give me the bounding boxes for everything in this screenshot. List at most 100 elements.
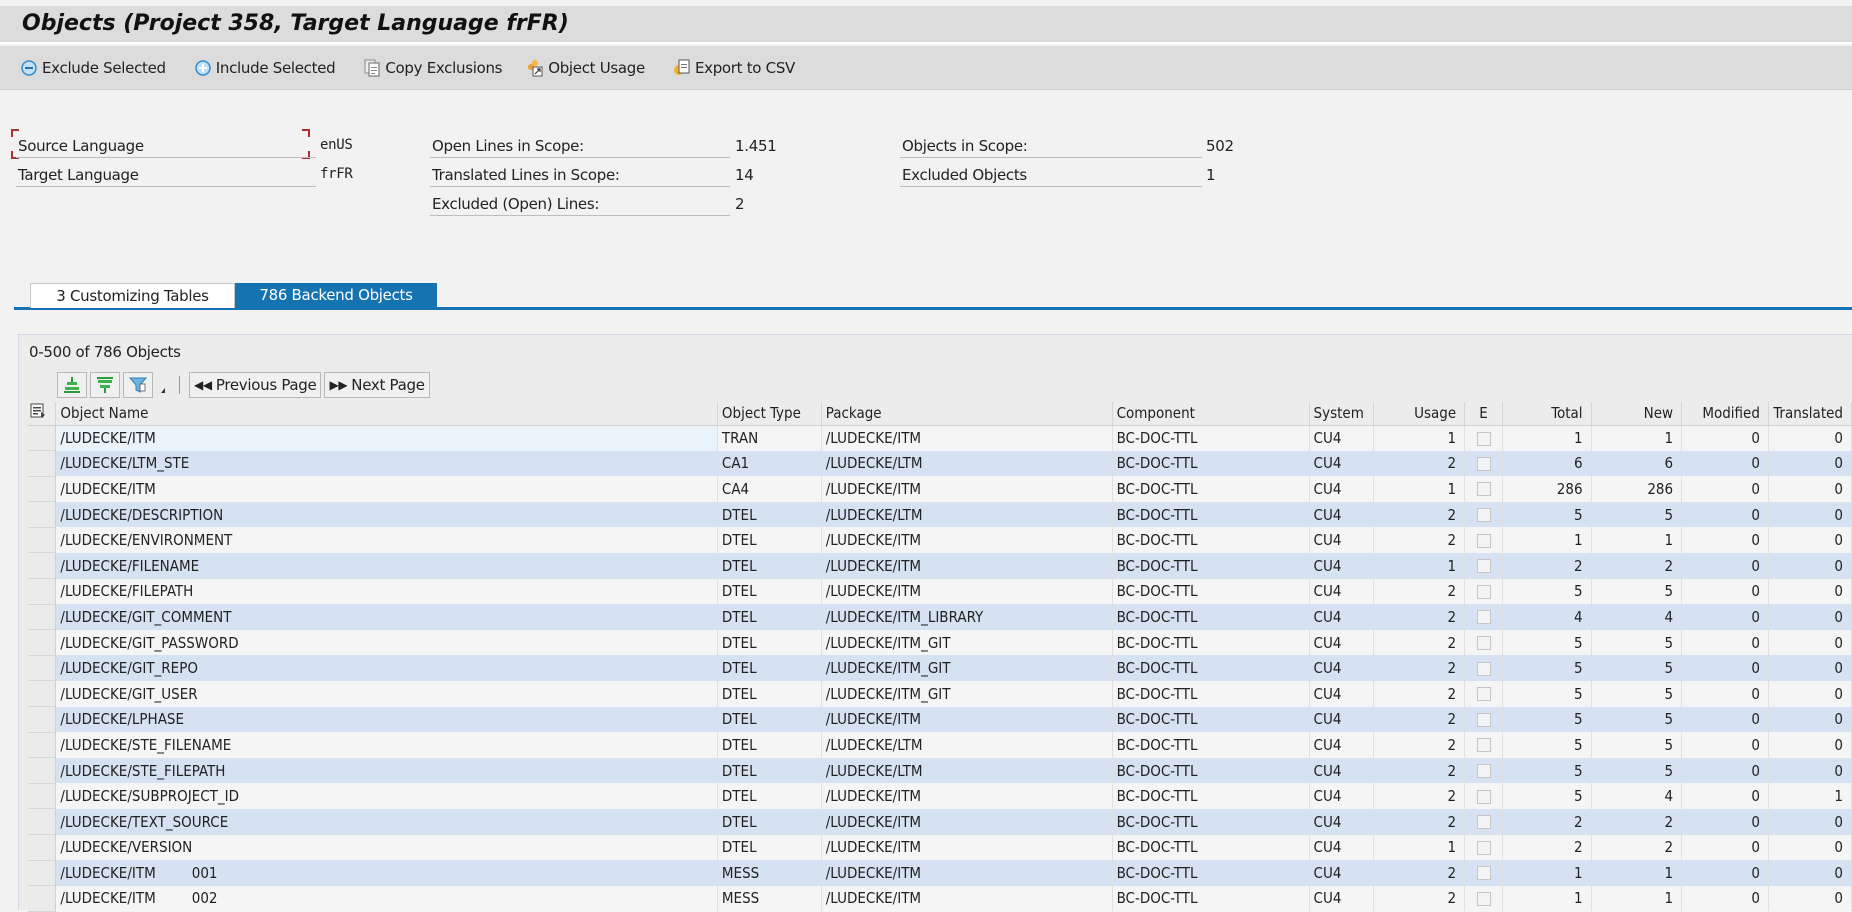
row-selector[interactable]	[28, 655, 57, 682]
row-selector[interactable]	[28, 552, 57, 580]
copy-exclusions-button[interactable]: Copy Exclusions	[363, 59, 502, 77]
column-header-translated[interactable]: Translated	[1768, 402, 1852, 426]
column-header-excluded[interactable]: E	[1464, 402, 1503, 426]
row-selector[interactable]	[28, 578, 57, 605]
cell-object-name: /LUDECKE/GIT_PASSWORD	[55, 629, 718, 656]
exclude-checkbox[interactable]	[1476, 789, 1491, 804]
cell-object-name: /LUDECKE/STE_FILEPATH	[55, 757, 718, 784]
table-row[interactable]: /LUDECKE/GIT_USER DTEL/LUDECKE/ITM_GIT BC-…	[28, 680, 1852, 708]
cell-modified-text: 0	[1751, 684, 1760, 703]
column-header-modified[interactable]: Modified	[1681, 402, 1769, 426]
cell-object-type-text: CA1	[721, 454, 750, 473]
cell-object-name-text: /LUDECKE/GIT_USER	[60, 684, 198, 703]
row-selector[interactable]	[28, 501, 57, 528]
table-row[interactable]: /LUDECKE/DESCRIPTION DTEL/LUDECKE/LTM BC-D…	[28, 501, 1852, 528]
exclude-checkbox[interactable]	[1476, 687, 1491, 702]
include-selected-button[interactable]: Include Selected	[194, 59, 336, 77]
row-selector[interactable]	[28, 527, 57, 554]
table-row[interactable]: /LUDECKE/TEXT_SOURCE DTEL/LUDECKE/ITM BC-D…	[28, 808, 1852, 835]
exclude-checkbox[interactable]	[1476, 636, 1491, 651]
exclude-checkbox[interactable]	[1476, 840, 1491, 855]
column-header-component[interactable]: Component	[1112, 402, 1310, 426]
cell-system-text: CU4	[1313, 812, 1342, 831]
table-row[interactable]: /LUDECKE/VERSION DTEL/LUDECKE/ITM BC-DOC-T…	[28, 834, 1852, 861]
column-header-new[interactable]: New	[1591, 402, 1683, 426]
filter-button[interactable]	[123, 372, 153, 398]
row-selector[interactable]	[28, 680, 57, 708]
row-selector[interactable]	[28, 783, 57, 810]
row-selector[interactable]	[28, 604, 57, 631]
column-header-system[interactable]: System	[1309, 402, 1375, 426]
column-header-usage[interactable]: Usage	[1373, 402, 1466, 426]
column-settings-button[interactable]	[28, 402, 57, 426]
exclude-checkbox[interactable]	[1476, 482, 1491, 497]
row-selector[interactable]	[28, 732, 57, 759]
exclude-selected-button[interactable]: Exclude Selected	[20, 59, 166, 77]
cell-total-text: 1	[1573, 429, 1583, 448]
exclude-checkbox[interactable]	[1476, 661, 1491, 676]
table-row[interactable]: /LUDECKE/LTM_STE CA1/LUDECKE/LTM BC-DOC-TT…	[28, 450, 1852, 477]
tab-strip: 3 Customizing Tables 786 Backend Objects	[14, 283, 1852, 310]
row-selector[interactable]	[28, 476, 57, 503]
row-selector[interactable]	[28, 706, 57, 733]
next-page-button[interactable]: ▶▶ Next Page	[324, 372, 430, 398]
table-row[interactable]: /LUDECKE/ITM TRAN/LUDECKE/ITM BC-DOC-TTL CU…	[28, 425, 1852, 452]
exclude-checkbox[interactable]	[1476, 764, 1491, 779]
cell-new: 4	[1591, 604, 1683, 630]
table-row[interactable]: /LUDECKE/STE_FILENAME DTEL/LUDECKE/LTM BC-…	[28, 732, 1852, 759]
column-header-object-type[interactable]: Object Type	[717, 402, 822, 426]
tab-backend-objects[interactable]: 786 Backend Objects	[235, 283, 437, 308]
table-row[interactable]: /LUDECKE/STE_FILEPATH DTEL/LUDECKE/LTM BC-…	[28, 757, 1852, 784]
table-row[interactable]: /LUDECKE/ITM 002 MESS/LUDECKE/ITM BC-DOC-TT…	[28, 885, 1852, 912]
table-row[interactable]: /LUDECKE/ITM CA4/LUDECKE/ITM BC-DOC-TTL CU4…	[28, 476, 1852, 503]
table-row[interactable]: /LUDECKE/LPHASE DTEL/LUDECKE/ITM BC-DOC-TT…	[28, 706, 1852, 733]
exclude-checkbox[interactable]	[1476, 866, 1491, 881]
row-selector[interactable]	[28, 425, 57, 452]
exclude-checkbox[interactable]	[1476, 815, 1491, 830]
cell-modified: 0	[1681, 783, 1769, 809]
cell-usage: 2	[1373, 783, 1466, 809]
cell-package-text: /LUDECKE/ITM	[825, 838, 922, 857]
exclude-checkbox[interactable]	[1476, 891, 1491, 906]
cell-package-text: /LUDECKE/ITM	[825, 863, 922, 882]
cell-usage-text: 2	[1447, 863, 1457, 882]
object-usage-button[interactable]: Object Usage	[526, 59, 645, 77]
table-row[interactable]: /LUDECKE/GIT_REPO DTEL/LUDECKE/ITM_GIT BC-…	[28, 655, 1852, 682]
table-row[interactable]: /LUDECKE/GIT_COMMENT DTEL/LUDECKE/ITM_LIB…	[28, 604, 1852, 631]
row-selector[interactable]	[28, 757, 57, 784]
sort-ascending-button[interactable]	[57, 372, 87, 398]
row-selector[interactable]	[28, 450, 57, 477]
exclude-checkbox[interactable]	[1476, 431, 1491, 446]
column-header-total[interactable]: Total	[1502, 402, 1592, 426]
row-selector[interactable]	[28, 808, 57, 835]
cell-translated-text: 0	[1834, 556, 1843, 575]
row-selector[interactable]	[28, 629, 57, 656]
tab-customizing-tables[interactable]: 3 Customizing Tables	[30, 283, 235, 308]
row-selector[interactable]	[28, 860, 57, 887]
exclude-checkbox[interactable]	[1476, 712, 1491, 727]
exclude-checkbox[interactable]	[1476, 456, 1491, 471]
exclude-checkbox[interactable]	[1476, 584, 1491, 599]
row-selector[interactable]	[28, 885, 57, 912]
previous-page-button[interactable]: ◀◀ Previous Page	[189, 372, 322, 398]
table-row[interactable]: /LUDECKE/ENVIRONMENT DTEL/LUDECKE/ITM BC-D…	[28, 527, 1852, 554]
exclude-checkbox[interactable]	[1476, 559, 1491, 574]
cell-new-text: 5	[1664, 505, 1674, 524]
exclude-checkbox[interactable]	[1476, 533, 1491, 548]
cell-modified-text: 0	[1751, 531, 1760, 550]
export-csv-button[interactable]: Export to CSV	[673, 59, 795, 77]
table-row[interactable]: /LUDECKE/FILEPATH DTEL/LUDECKE/ITM BC-DOC-…	[28, 578, 1852, 605]
column-header-object-name[interactable]: Object Name	[55, 402, 718, 426]
exclude-checkbox[interactable]	[1476, 610, 1491, 625]
table-row[interactable]: /LUDECKE/SUBPROJECT_ID DTEL/LUDECKE/ITM BC…	[28, 783, 1852, 810]
table-row[interactable]: /LUDECKE/FILENAME DTEL/LUDECKE/ITM BC-DOC-…	[28, 552, 1852, 580]
table-row[interactable]: /LUDECKE/ITM 001 MESS/LUDECKE/ITM BC-DOC-TT…	[28, 860, 1852, 887]
cell-package-text: /LUDECKE/ITM	[825, 556, 922, 575]
filter-dropdown-button[interactable]	[156, 372, 170, 398]
column-header-package[interactable]: Package	[821, 402, 1113, 426]
exclude-checkbox[interactable]	[1476, 508, 1491, 523]
sort-descending-button[interactable]	[90, 372, 120, 398]
table-row[interactable]: /LUDECKE/GIT_PASSWORD DTEL/LUDECKE/ITM_GI…	[28, 629, 1852, 656]
row-selector[interactable]	[28, 834, 57, 861]
exclude-checkbox[interactable]	[1476, 738, 1491, 753]
